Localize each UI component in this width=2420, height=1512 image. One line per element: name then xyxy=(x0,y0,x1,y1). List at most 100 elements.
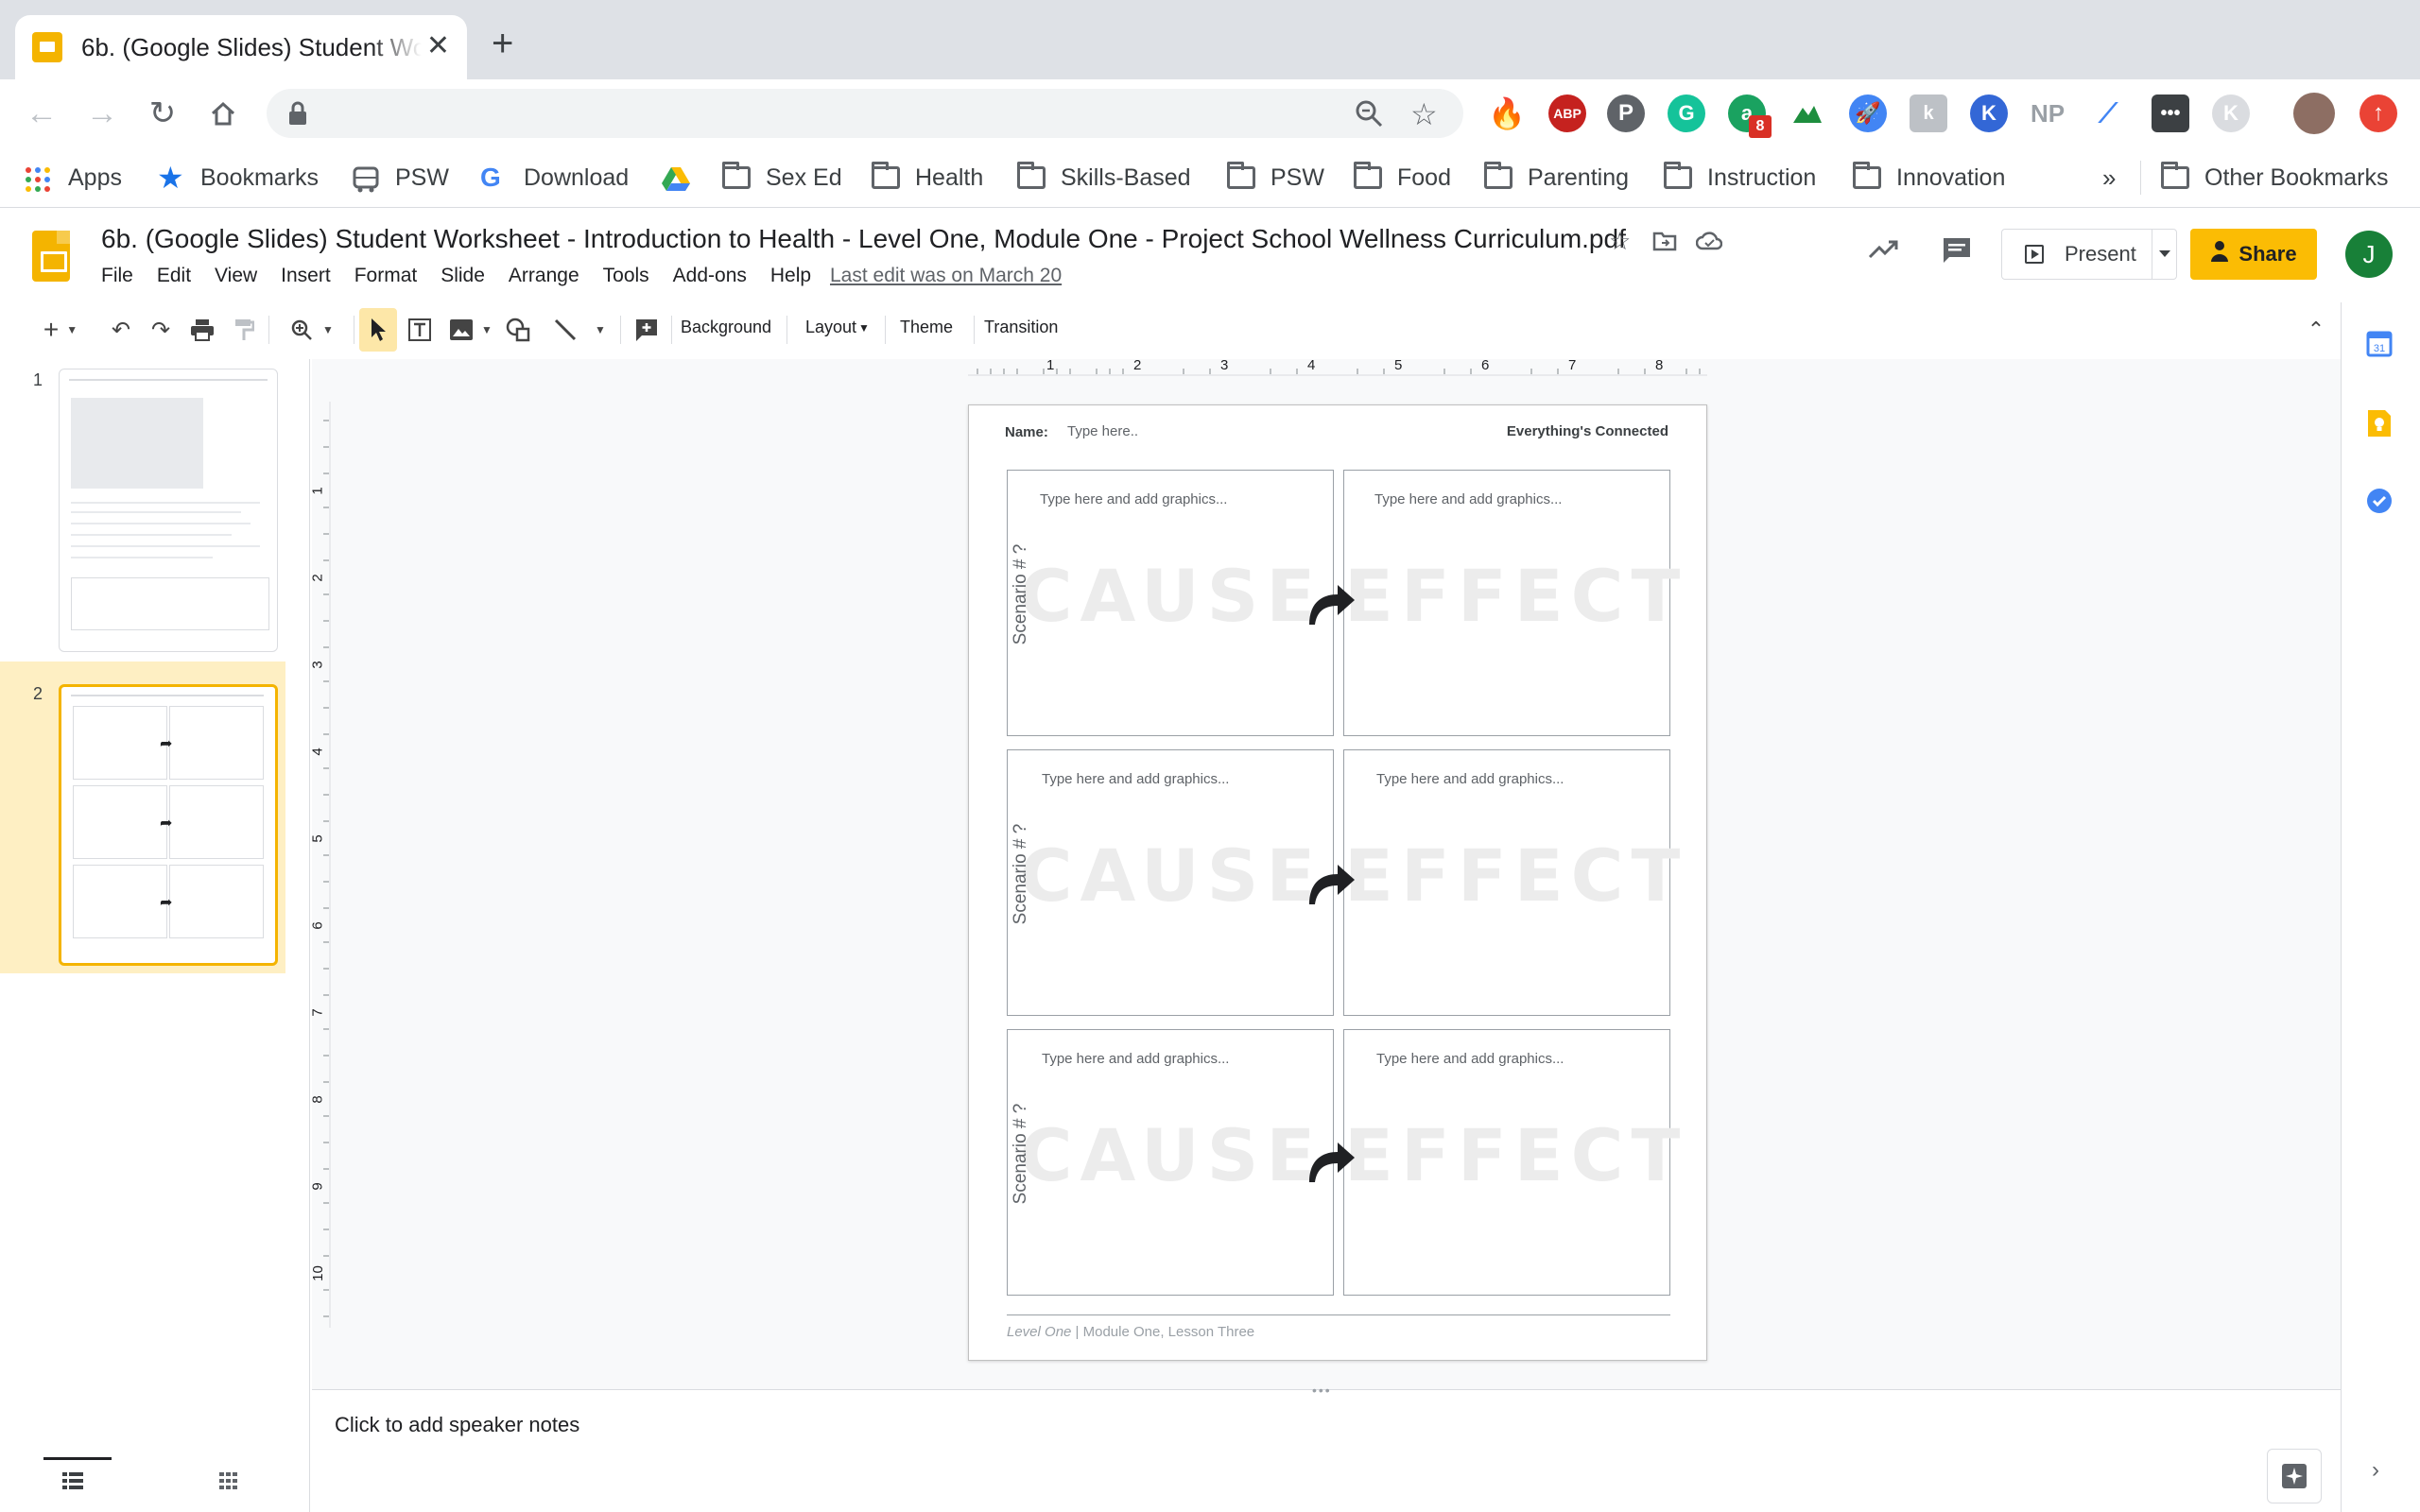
menu-file[interactable]: File xyxy=(101,265,133,287)
menu-tools[interactable]: Tools xyxy=(603,265,649,287)
last-edit-link[interactable]: Last edit was on March 20 xyxy=(830,265,1062,287)
wing-extension-icon[interactable]: ⟋ xyxy=(2089,94,2127,132)
adblock-plus-icon[interactable]: ABP xyxy=(1548,94,1586,132)
forward-arrow-icon[interactable]: → xyxy=(83,94,121,132)
zoom-icon[interactable] xyxy=(1354,98,1384,133)
home-icon[interactable] xyxy=(204,94,242,132)
transition-button[interactable]: Transition xyxy=(984,318,1058,337)
cloud-saved-icon[interactable] xyxy=(1695,229,1723,258)
apps-bookmark[interactable]: Apps xyxy=(25,161,122,195)
more-extension-icon[interactable]: ••• xyxy=(2152,94,2189,132)
bookmark-psw-1[interactable]: PSW xyxy=(352,161,449,195)
undo-icon[interactable]: ↶ xyxy=(102,308,140,352)
back-arrow-icon[interactable]: ← xyxy=(23,94,60,132)
zoom-button[interactable]: ▼ xyxy=(282,308,342,352)
hot-extension-icon[interactable]: 🔥 xyxy=(1488,94,1526,132)
insert-image-button[interactable]: ▼ xyxy=(442,308,499,352)
calendar-icon[interactable]: 31 xyxy=(2366,331,2393,362)
bookmark-folder-skills-based[interactable]: Skills-Based xyxy=(1017,161,1191,195)
text-box-icon[interactable] xyxy=(401,308,439,352)
menu-help[interactable]: Help xyxy=(770,265,811,287)
extension-a-icon[interactable]: a 8 xyxy=(1728,94,1772,138)
bookmark-bookmarks[interactable]: ★ Bookmarks xyxy=(157,161,319,195)
k-extension-icon[interactable]: K xyxy=(1970,94,2008,132)
layout-dropdown-icon[interactable]: ▼ xyxy=(858,321,870,335)
present-dropdown-icon[interactable] xyxy=(2159,250,2170,257)
move-folder-icon[interactable] xyxy=(1652,229,1677,258)
expand-panel-icon[interactable]: › xyxy=(2372,1457,2379,1484)
bookmark-other-bookmarks[interactable]: Other Bookmarks xyxy=(2161,161,2389,195)
add-comment-icon[interactable] xyxy=(628,308,666,352)
browser-tab-active[interactable]: 6b. (Google Slides) Student Worksheet - … xyxy=(15,15,467,79)
bookmark-folder-parenting[interactable]: Parenting xyxy=(1484,161,1629,195)
bookmark-folder-psw[interactable]: PSW xyxy=(1227,161,1324,195)
collapse-toolbar-icon[interactable]: ⌃ xyxy=(2301,308,2331,352)
bookmark-folder-health[interactable]: Health xyxy=(872,161,983,195)
menu-edit[interactable]: Edit xyxy=(157,265,191,287)
bookmark-folder-instruction[interactable]: Instruction xyxy=(1664,161,1816,195)
menu-slide[interactable]: Slide xyxy=(441,265,485,287)
menu-add-ons[interactable]: Add-ons xyxy=(673,265,747,287)
profile-avatar[interactable] xyxy=(2293,93,2335,134)
menu-format[interactable]: Format xyxy=(354,265,418,287)
slide-2[interactable]: Name: Type here.. Everything's Connected… xyxy=(968,404,1707,1361)
folder-icon xyxy=(1227,162,1255,189)
background-button[interactable]: Background xyxy=(681,318,771,337)
print-icon[interactable] xyxy=(183,308,221,352)
slide-thumbnail-2[interactable]: ➦ ➦ ➦ xyxy=(59,684,278,966)
cause-box-1[interactable]: Type here and add graphics... CAUSE Scen… xyxy=(1007,470,1334,736)
present-button[interactable]: Present xyxy=(2001,229,2177,280)
effect-box-1[interactable]: Type here and add graphics... EFFECT xyxy=(1343,470,1680,736)
name-input[interactable]: Type here.. xyxy=(1067,423,1138,439)
bookmark-folder-innovation[interactable]: Innovation xyxy=(1853,161,2005,195)
rocket-extension-icon[interactable]: 🚀 xyxy=(1849,94,1887,132)
layout-button[interactable]: Layout xyxy=(805,318,856,337)
effect-box-3[interactable]: Type here and add graphics... EFFECT xyxy=(1343,1029,1680,1296)
pinterest-icon[interactable]: P xyxy=(1607,94,1645,132)
slide-thumbnail-1[interactable] xyxy=(59,369,278,652)
document-title[interactable]: 6b. (Google Slides) Student Worksheet - … xyxy=(101,224,1626,254)
bookmark-folder-sex-ed[interactable]: Sex Ed xyxy=(722,161,842,195)
cause-box-3[interactable]: Type here and add graphics... CAUSE Scen… xyxy=(1007,1029,1334,1296)
new-tab-button[interactable]: + xyxy=(492,25,513,62)
notes-resize-handle[interactable]: ••• xyxy=(1312,1383,1332,1398)
bookmark-download[interactable]: G Download xyxy=(480,161,629,195)
share-button[interactable]: Share xyxy=(2190,229,2317,280)
activity-trend-icon[interactable] xyxy=(1868,238,1900,266)
bookmark-folder-food[interactable]: Food xyxy=(1354,161,1451,195)
bookmark-star-icon[interactable]: ☆ xyxy=(1410,96,1438,132)
grey-extension-icon[interactable]: k xyxy=(1910,94,1947,132)
reload-icon[interactable]: ↻ xyxy=(144,94,182,132)
bookmark-google-drive[interactable] xyxy=(662,161,705,195)
line-tool-button[interactable]: ▼ xyxy=(546,308,613,352)
user-avatar[interactable]: J xyxy=(2345,231,2393,278)
np-extension-icon[interactable]: NP xyxy=(2029,94,2066,132)
mountain-extension-icon[interactable] xyxy=(1789,94,1826,132)
menu-insert[interactable]: Insert xyxy=(281,265,331,287)
k-grey-extension-icon[interactable]: K xyxy=(2212,94,2250,132)
new-slide-button[interactable]: + ▼ xyxy=(32,308,89,352)
menu-view[interactable]: View xyxy=(215,265,257,287)
paint-format-icon[interactable] xyxy=(225,308,263,352)
star-document-icon[interactable]: ☆ xyxy=(1609,227,1631,256)
cause-box-2[interactable]: Type here and add graphics... CAUSE Scen… xyxy=(1007,749,1334,1016)
speaker-notes-input[interactable]: Click to add speaker notes xyxy=(335,1413,579,1437)
close-tab-icon[interactable]: ✕ xyxy=(426,32,450,60)
bookmarks-overflow-button[interactable]: » xyxy=(2102,161,2116,195)
effect-box-2[interactable]: Type here and add graphics... EFFECT xyxy=(1343,749,1680,1016)
menu-arrange[interactable]: Arrange xyxy=(509,265,579,287)
explore-button[interactable] xyxy=(2267,1449,2322,1503)
filmstrip-view-icon[interactable] xyxy=(62,1472,83,1494)
select-tool-icon[interactable] xyxy=(359,308,397,352)
tasks-icon[interactable] xyxy=(2366,488,2393,519)
grid-view-icon[interactable] xyxy=(219,1472,238,1494)
shape-icon[interactable] xyxy=(499,308,537,352)
comments-icon[interactable] xyxy=(1942,236,1972,269)
theme-button[interactable]: Theme xyxy=(900,318,953,337)
keep-icon[interactable] xyxy=(2366,408,2393,443)
slides-logo-icon[interactable] xyxy=(32,231,70,282)
redo-icon[interactable]: ↷ xyxy=(142,308,180,352)
grammarly-icon[interactable]: G xyxy=(1668,94,1705,132)
address-bar[interactable]: ☆ xyxy=(267,89,1463,138)
update-arrow-icon[interactable]: ↑ xyxy=(2360,94,2397,132)
